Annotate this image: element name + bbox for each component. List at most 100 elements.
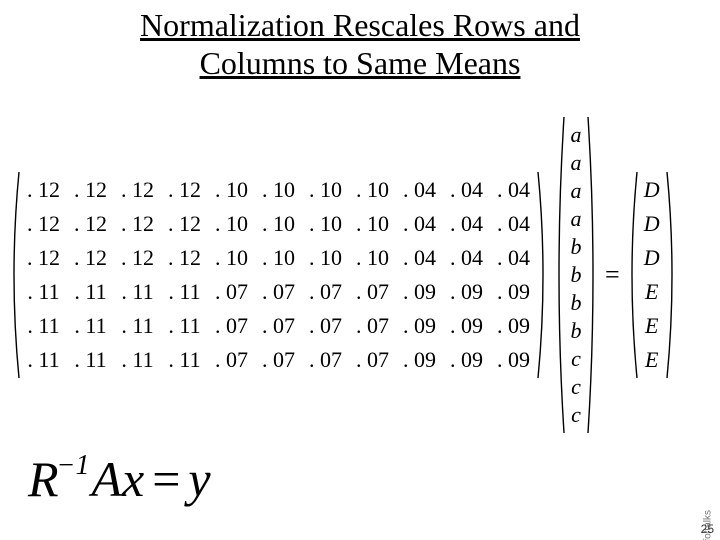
vector-y: DDDEEE bbox=[626, 170, 678, 380]
matrix-cell: . 12 bbox=[114, 207, 161, 241]
vector-x-cell: b bbox=[565, 261, 587, 289]
matrix-cell: . 10 bbox=[208, 173, 255, 207]
vector-x-cell: b bbox=[565, 317, 587, 345]
matrix-cell: . 09 bbox=[443, 309, 490, 343]
matrix-cell: . 07 bbox=[302, 343, 349, 377]
matrix-cell: . 07 bbox=[255, 275, 302, 309]
matrix-cell: . 09 bbox=[443, 275, 490, 309]
matrix-cell: . 04 bbox=[396, 173, 443, 207]
formula-x: x bbox=[122, 451, 144, 507]
matrix-cell: . 11 bbox=[114, 309, 161, 343]
right-paren-icon bbox=[666, 170, 678, 380]
matrix-cell: . 11 bbox=[114, 275, 161, 309]
matrix-cell: . 07 bbox=[349, 343, 396, 377]
matrix-cell: . 10 bbox=[208, 207, 255, 241]
matrix-cell: . 07 bbox=[208, 343, 255, 377]
vector-x-cell: b bbox=[565, 289, 587, 317]
matrix-row: . 12. 12. 12. 12. 10. 10. 10. 10. 04. 04… bbox=[20, 241, 537, 275]
vector-x-cell: a bbox=[565, 177, 587, 205]
matrix-cell: . 10 bbox=[255, 207, 302, 241]
matrix-row: . 11. 11. 11. 11. 07. 07. 07. 07. 09. 09… bbox=[20, 275, 537, 309]
matrix-cell: . 09 bbox=[396, 343, 443, 377]
vector-x-cell: c bbox=[565, 373, 587, 401]
matrix-cell: . 11 bbox=[67, 343, 114, 377]
vector-y-cell: E bbox=[638, 343, 666, 377]
left-paren-icon bbox=[553, 115, 565, 435]
formula-A: A bbox=[91, 451, 122, 507]
matrix-cell: . 09 bbox=[490, 309, 537, 343]
matrix-cell: . 11 bbox=[20, 343, 67, 377]
matrix-cell: . 10 bbox=[302, 207, 349, 241]
matrix-cell: . 10 bbox=[302, 241, 349, 275]
equation-area: . 12. 12. 12. 12. 10. 10. 10. 10. 04. 04… bbox=[8, 100, 700, 450]
vector-x-cell: a bbox=[565, 149, 587, 177]
vector-y-cell: D bbox=[638, 207, 666, 241]
left-paren-icon bbox=[626, 170, 638, 380]
matrix-cell: . 04 bbox=[443, 207, 490, 241]
matrix-cell: . 12 bbox=[20, 173, 67, 207]
matrix-cell: . 12 bbox=[20, 207, 67, 241]
left-paren-icon bbox=[8, 170, 20, 380]
title-line2: Columns to Same Means bbox=[200, 45, 521, 81]
matrix-cell: . 12 bbox=[161, 173, 208, 207]
matrix-row: . 12. 12. 12. 12. 10. 10. 10. 10. 04. 04… bbox=[20, 173, 537, 207]
formula-R: R bbox=[28, 451, 59, 507]
vector-x-cell: c bbox=[565, 345, 587, 373]
matrix-cell: . 10 bbox=[302, 173, 349, 207]
matrix-cell: . 04 bbox=[490, 241, 537, 275]
matrix-cell: . 12 bbox=[161, 207, 208, 241]
matrix-row: . 12. 12. 12. 12. 10. 10. 10. 10. 04. 04… bbox=[20, 207, 537, 241]
matrix-A: . 12. 12. 12. 12. 10. 10. 10. 10. 04. 04… bbox=[8, 170, 549, 380]
matrix-cell: . 12 bbox=[161, 241, 208, 275]
matrix-cell: . 04 bbox=[443, 241, 490, 275]
vector-x: aaaabbbbccc bbox=[553, 115, 599, 435]
matrix-cell: . 04 bbox=[490, 207, 537, 241]
matrix-cell: . 10 bbox=[255, 173, 302, 207]
matrix-cell: . 09 bbox=[443, 343, 490, 377]
vector-y-body: DDDEEE bbox=[638, 170, 666, 380]
vector-y-cell: D bbox=[638, 241, 666, 275]
matrix-cell: . 11 bbox=[161, 275, 208, 309]
matrix-cell: . 07 bbox=[302, 309, 349, 343]
matrix-cell: . 07 bbox=[302, 275, 349, 309]
right-paren-icon bbox=[537, 170, 549, 380]
matrix-cell: . 09 bbox=[490, 275, 537, 309]
matrix-cell: . 11 bbox=[67, 309, 114, 343]
matrix-row: . 11. 11. 11. 11. 07. 07. 07. 07. 09. 09… bbox=[20, 309, 537, 343]
matrix-cell: . 11 bbox=[114, 343, 161, 377]
matrix-body: . 12. 12. 12. 12. 10. 10. 10. 10. 04. 04… bbox=[20, 170, 537, 380]
matrix-cell: . 07 bbox=[255, 309, 302, 343]
vector-x-cell: b bbox=[565, 233, 587, 261]
matrix-row: . 11. 11. 11. 11. 07. 07. 07. 07. 09. 09… bbox=[20, 343, 537, 377]
vector-y-cell: D bbox=[638, 173, 666, 207]
matrix-cell: . 07 bbox=[208, 309, 255, 343]
vector-x-cell: c bbox=[565, 401, 587, 429]
matrix-cell: . 09 bbox=[396, 275, 443, 309]
matrix-cell: . 10 bbox=[349, 241, 396, 275]
matrix-cell: . 07 bbox=[208, 275, 255, 309]
vector-x-body: aaaabbbbccc bbox=[565, 115, 587, 435]
matrix-cell: . 09 bbox=[490, 343, 537, 377]
equals-sign: = bbox=[599, 260, 626, 290]
vector-x-cell: a bbox=[565, 205, 587, 233]
matrix-cell: . 11 bbox=[20, 275, 67, 309]
formula-y: y bbox=[188, 451, 210, 507]
matrix-cell: . 12 bbox=[67, 207, 114, 241]
matrix-cell: . 11 bbox=[161, 309, 208, 343]
matrix-cell: . 12 bbox=[114, 241, 161, 275]
matrix-cell: . 11 bbox=[67, 275, 114, 309]
matrix-cell: . 04 bbox=[490, 173, 537, 207]
matrix-cell: . 07 bbox=[349, 275, 396, 309]
matrix-cell: . 10 bbox=[349, 173, 396, 207]
matrix-cell: . 10 bbox=[349, 207, 396, 241]
matrix-cell: . 04 bbox=[396, 207, 443, 241]
matrix-cell: . 10 bbox=[255, 241, 302, 275]
matrix-cell: . 12 bbox=[67, 173, 114, 207]
title-line1: Normalization Rescales Rows and bbox=[140, 7, 580, 43]
page-number: 25 bbox=[701, 522, 714, 536]
matrix-cell: . 10 bbox=[208, 241, 255, 275]
matrix-cell: . 12 bbox=[20, 241, 67, 275]
vector-y-cell: E bbox=[638, 275, 666, 309]
matrix-cell: . 04 bbox=[396, 241, 443, 275]
formula-equals: = bbox=[144, 451, 188, 507]
